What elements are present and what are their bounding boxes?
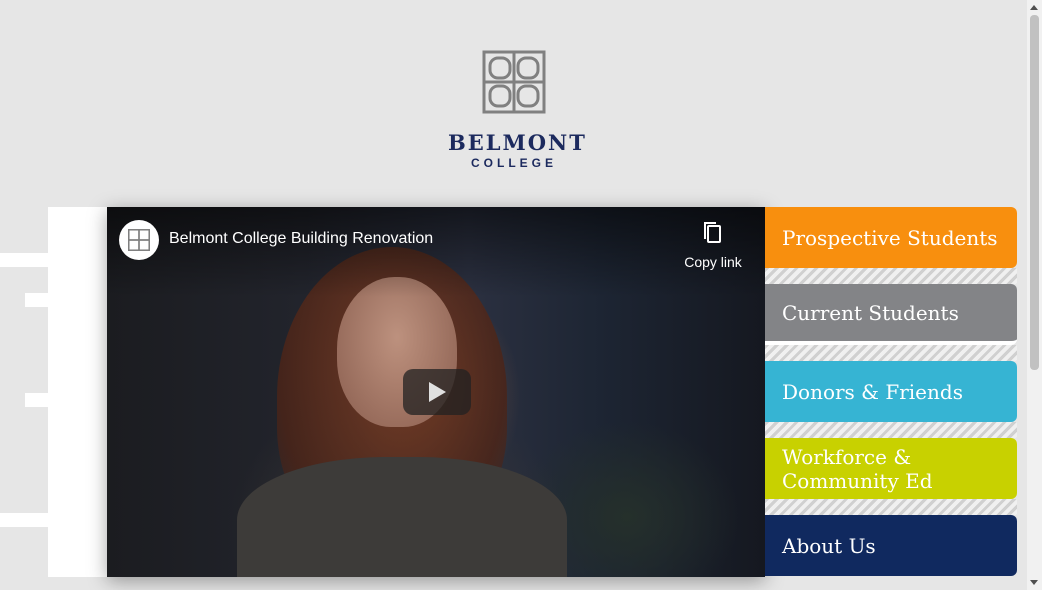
emblem-watermark-icon xyxy=(0,253,67,527)
belmont-emblem-icon xyxy=(128,229,150,251)
nav-label: About Us xyxy=(782,533,876,558)
nav-label: Donors & Friends xyxy=(782,379,963,404)
nav-label: Current Students xyxy=(782,300,959,325)
logo-name: BELMONT xyxy=(448,130,587,155)
play-button[interactable] xyxy=(403,369,471,415)
play-icon xyxy=(429,382,446,402)
nav-label: Prospective Students xyxy=(782,225,998,250)
video-player[interactable]: Belmont College Building Renovation Copy… xyxy=(107,207,765,577)
nav-divider xyxy=(765,345,1017,361)
copy-link-button[interactable]: Copy link xyxy=(683,221,743,270)
scroll-down-icon[interactable] xyxy=(1030,580,1038,585)
nav-donors-friends[interactable]: Donors & Friends xyxy=(765,361,1017,422)
nav-workforce-community-ed[interactable]: Workforce & Community Ed xyxy=(765,438,1017,499)
nav-about-us[interactable]: About Us xyxy=(765,515,1017,576)
copy-icon xyxy=(704,222,721,243)
nav-label: Workforce & Community Ed xyxy=(782,444,933,493)
nav-divider xyxy=(765,499,1017,515)
video-top-gradient xyxy=(107,207,765,297)
audience-nav: Prospective Students Current Students Do… xyxy=(765,207,1017,576)
nav-current-students[interactable]: Current Students xyxy=(765,284,1017,345)
nav-divider xyxy=(765,422,1017,438)
nav-divider xyxy=(765,268,1017,284)
scroll-thumb[interactable] xyxy=(1030,15,1039,370)
scroll-up-icon[interactable] xyxy=(1030,5,1038,10)
vertical-scrollbar[interactable] xyxy=(1027,0,1042,590)
belmont-logo[interactable]: BELMONT COLLEGE xyxy=(448,50,587,170)
copy-link-label: Copy link xyxy=(684,254,742,270)
channel-avatar[interactable] xyxy=(119,220,159,260)
video-frame-body xyxy=(237,457,567,577)
video-title[interactable]: Belmont College Building Renovation xyxy=(169,230,433,248)
nav-prospective-students[interactable]: Prospective Students xyxy=(765,207,1017,268)
belmont-emblem-icon xyxy=(482,50,546,114)
logo-subtitle: COLLEGE xyxy=(470,156,557,170)
